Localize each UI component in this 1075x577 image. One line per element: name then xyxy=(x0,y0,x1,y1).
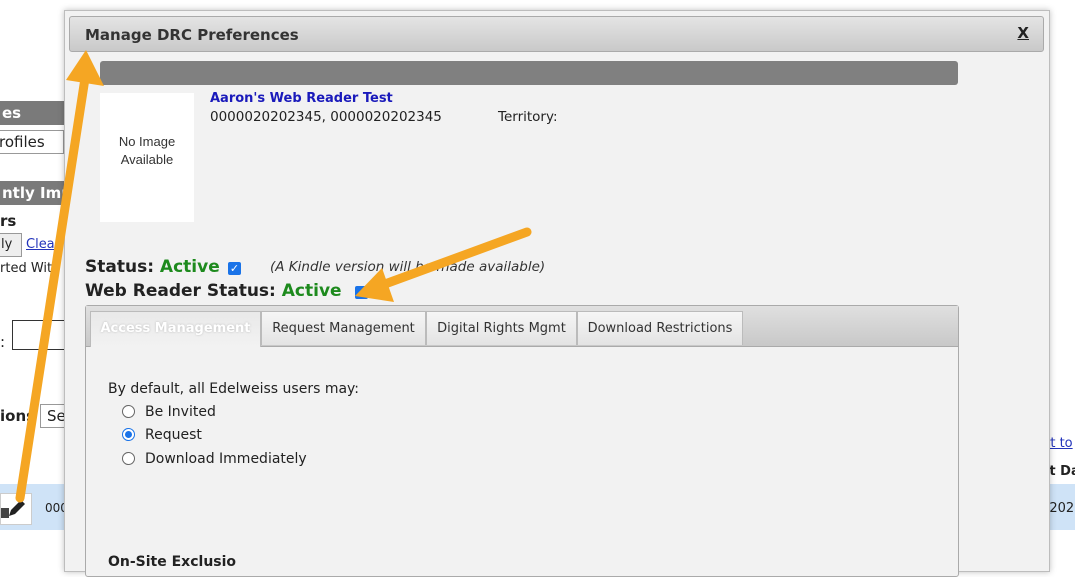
status-checkbox[interactable]: ✓ xyxy=(228,262,241,275)
bg-section-header: es xyxy=(0,101,66,125)
book-title-link[interactable]: Aaron's Web Reader Test xyxy=(210,91,393,106)
option-request[interactable]: Request xyxy=(122,427,202,443)
bg-profiles-select[interactable]: rofiles xyxy=(0,130,64,154)
pencil-icon[interactable] xyxy=(0,493,32,525)
manage-drc-dialog: Manage DRC Preferences X No Image Availa… xyxy=(64,10,1050,577)
web-reader-status-line: Web Reader Status: Active xyxy=(85,281,342,301)
dialog-title: Manage DRC Preferences xyxy=(85,26,299,44)
tab-download-restrictions[interactable]: Download Restrictions xyxy=(577,311,743,345)
status-line: Status: Active xyxy=(85,257,220,277)
book-isbns: 0000020202345, 0000020202345 xyxy=(210,109,442,125)
bg-apply-label: ly xyxy=(1,237,13,252)
option-label: Request xyxy=(145,427,202,443)
bg-filter-label: rs xyxy=(0,212,17,230)
bg-select-box[interactable]: Se xyxy=(40,404,66,428)
preferences-tabs: Access Management Request Management Dig… xyxy=(85,305,959,577)
bg-input-box[interactable] xyxy=(12,320,66,350)
kindle-note: (A Kindle version will be made available… xyxy=(270,259,546,275)
tab-digital-rights-mgmt[interactable]: Digital Rights Mgmt xyxy=(426,311,577,345)
web-reader-checkbox[interactable]: ✓ xyxy=(355,286,368,299)
no-image-text: No Image Available xyxy=(118,134,176,167)
radio-be-invited[interactable] xyxy=(122,405,135,418)
on-site-exclusion-label: On-Site Exclusio xyxy=(108,554,237,570)
bg-apply-button[interactable]: ly xyxy=(0,233,22,257)
bg-select-value: Se xyxy=(47,407,66,425)
radio-download-immediately[interactable] xyxy=(122,452,135,465)
default-access-label: By default, all Edelweiss users may: xyxy=(108,381,360,397)
bg-colon: : xyxy=(0,333,6,351)
bg-clear-link[interactable]: Clea xyxy=(26,237,55,252)
bg-profiles-value: rofiles xyxy=(0,133,45,151)
option-download-immediately[interactable]: Download Immediately xyxy=(122,451,307,467)
title-band xyxy=(100,61,958,85)
dialog-titlebar[interactable]: Manage DRC Preferences X xyxy=(69,16,1044,52)
territory-label: Territory: xyxy=(498,109,558,125)
bg-sort-text: rted Wit xyxy=(0,261,53,276)
web-reader-value: Active xyxy=(281,281,342,301)
option-be-invited[interactable]: Be Invited xyxy=(122,404,216,420)
bg-section-header-2: ntly Imp xyxy=(0,181,66,205)
option-label: Be Invited xyxy=(145,404,216,420)
tab-request-management[interactable]: Request Management xyxy=(261,311,426,345)
status-value: Active xyxy=(159,257,220,277)
status-label: Status: xyxy=(85,257,154,277)
option-label: Download Immediately xyxy=(145,451,307,467)
book-thumbnail: No Image Available xyxy=(100,93,194,222)
tab-access-management[interactable]: Access Management xyxy=(90,311,261,347)
tab-strip: Access Management Request Management Dig… xyxy=(86,306,958,347)
close-button[interactable]: X xyxy=(1017,24,1029,42)
web-reader-label: Web Reader Status: xyxy=(85,281,276,301)
bg-options-text: ions xyxy=(0,407,36,425)
radio-request[interactable] xyxy=(122,428,135,441)
